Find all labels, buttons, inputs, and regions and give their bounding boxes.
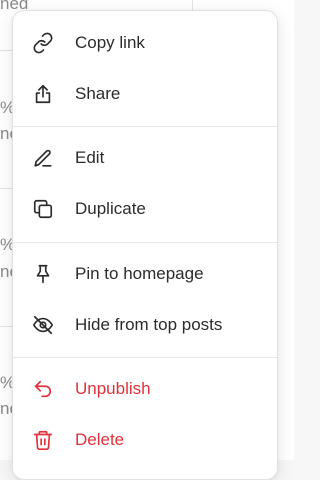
- menu-item-label: Edit: [75, 148, 105, 167]
- menu-item-label: Delete: [75, 430, 125, 449]
- menu-item-delete[interactable]: Delete: [13, 415, 277, 465]
- menu-item-label: Unpublish: [75, 379, 151, 398]
- menu-item-unpublish[interactable]: Unpublish: [13, 364, 277, 414]
- menu-item-label: Share: [75, 84, 121, 103]
- link-icon: [31, 31, 55, 55]
- menu-item-duplicate[interactable]: Duplicate: [13, 184, 277, 234]
- menu-item-label: Pin to homepage: [75, 264, 204, 283]
- menu-item-label: Hide from top posts: [75, 315, 223, 334]
- duplicate-icon: [31, 197, 55, 221]
- pin-icon: [31, 262, 55, 286]
- menu-item-label: Copy link: [75, 33, 145, 52]
- post-actions-menu: Copy link Share Edit Duplicate Pin to ho…: [12, 10, 278, 480]
- menu-item-pin-to-homepage[interactable]: Pin to homepage: [13, 249, 277, 299]
- eye-off-icon: [31, 313, 55, 337]
- menu-item-label: Duplicate: [75, 199, 146, 218]
- share-icon: [31, 82, 55, 106]
- undo-arrow-icon: [31, 377, 55, 401]
- pencil-icon: [31, 146, 55, 170]
- menu-item-share[interactable]: Share: [13, 69, 277, 119]
- menu-divider: [13, 357, 277, 358]
- trash-icon: [31, 428, 55, 452]
- menu-divider: [13, 242, 277, 243]
- menu-item-edit[interactable]: Edit: [13, 133, 277, 183]
- menu-divider: [13, 126, 277, 127]
- menu-item-hide-from-top-posts[interactable]: Hide from top posts: [13, 300, 277, 350]
- menu-item-copy-link[interactable]: Copy link: [13, 18, 277, 68]
